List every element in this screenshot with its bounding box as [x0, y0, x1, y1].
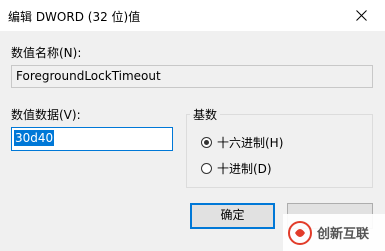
value-data-text: 30d40 [14, 130, 55, 146]
value-name-field[interactable]: ForegroundLockTimeout [11, 65, 373, 88]
watermark: 创新互联 [283, 214, 385, 251]
window-title: 编辑 DWORD (32 位)值 [8, 10, 141, 24]
radio-button[interactable] [201, 163, 212, 174]
radio-hexadecimal[interactable]: 十六进制(H) [201, 134, 283, 151]
value-data-input[interactable]: 30d40 [11, 127, 173, 151]
radio-dec-label: 十进制(D) [217, 162, 272, 176]
close-button[interactable] [339, 0, 385, 31]
base-group-title: 基数 [190, 106, 221, 123]
radio-button-selected[interactable] [201, 137, 212, 148]
radio-hex-label: 十六进制(H) [217, 136, 284, 150]
watermark-logo-icon [288, 220, 312, 245]
watermark-text: 创新互联 [317, 227, 370, 242]
close-icon [356, 10, 367, 21]
title-bar: 编辑 DWORD (32 位)值 [0, 0, 385, 31]
radio-decimal[interactable]: 十进制(D) [201, 160, 272, 177]
ok-button[interactable]: 确定 [190, 203, 275, 229]
value-data-label: 数值数据(V): [11, 108, 81, 122]
value-name-label: 数值名称(N): [11, 46, 82, 60]
